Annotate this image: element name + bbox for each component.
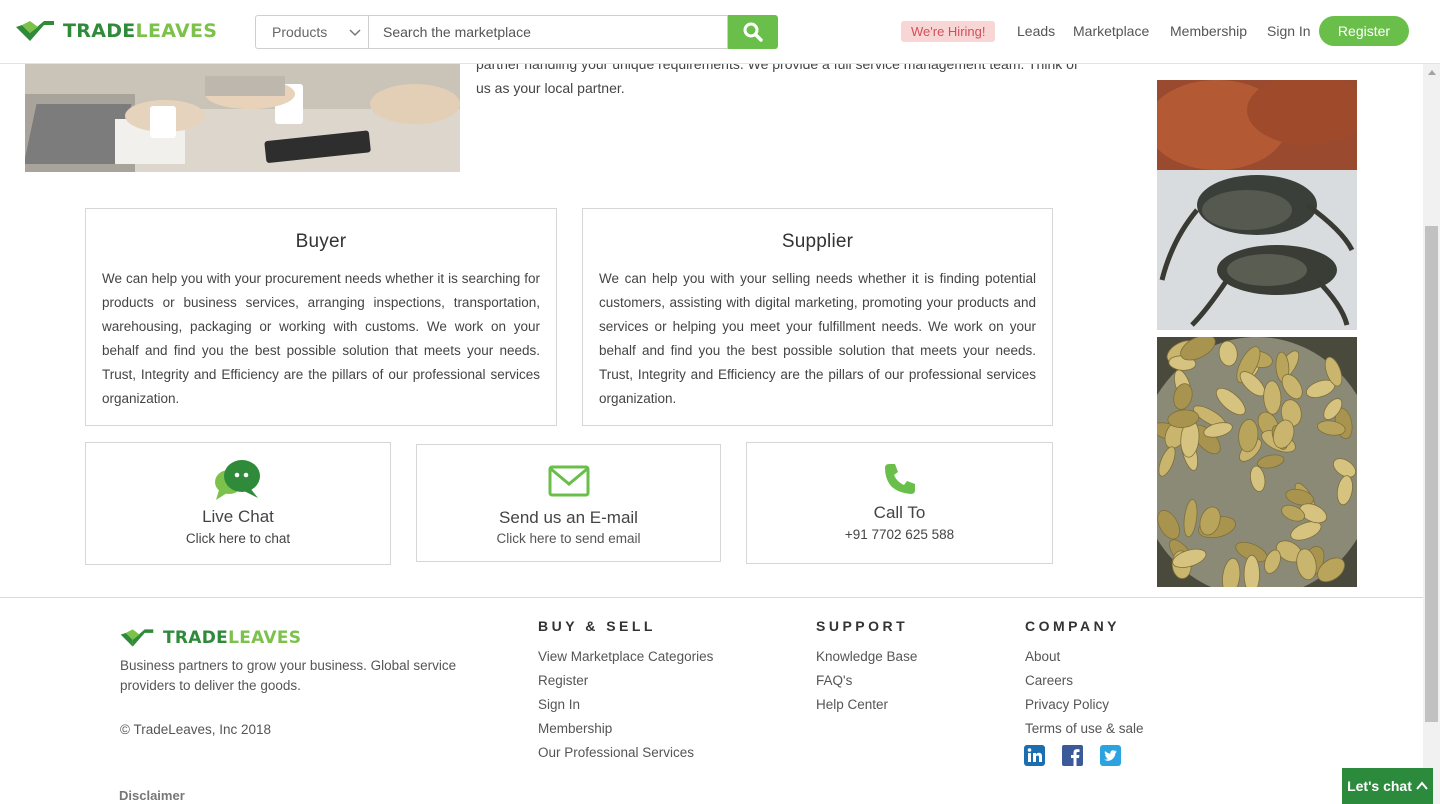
call-phone-number[interactable]: +91 7702 625 588 [747, 527, 1052, 542]
office-meeting-photo [25, 64, 460, 172]
email-title: Send us an E-mail [499, 508, 638, 527]
lets-chat-label: Let's chat [1347, 778, 1412, 794]
footer-link[interactable]: Sign In [538, 693, 713, 717]
nav-leads[interactable]: Leads [1017, 23, 1055, 39]
footer-link[interactable]: Careers [1025, 669, 1144, 693]
twitter-icon[interactable] [1100, 745, 1121, 766]
supplier-card: Supplier We can help you with your selli… [582, 208, 1053, 426]
crab-photo [1157, 80, 1357, 330]
logo-leaf-icon [120, 629, 154, 647]
footer-link[interactable]: Our Professional Services [538, 741, 713, 765]
chevron-up-icon [1416, 781, 1428, 790]
buyer-card-body: We can help you with your procurement ne… [102, 271, 540, 406]
footer-copyright: © TradeLeaves, Inc 2018 [120, 722, 272, 737]
email-subtitle[interactable]: Click here to send email [417, 531, 720, 546]
footer-tagline: Business partners to grow your business.… [120, 658, 457, 693]
search-input[interactable] [368, 15, 728, 49]
nav-membership[interactable]: Membership [1170, 23, 1247, 39]
cashew-shape [1243, 554, 1260, 587]
footer-logo-trade: TRADE [163, 628, 229, 648]
footer-logo[interactable]: TRADELEAVES [120, 624, 301, 652]
email-card[interactable]: Send us an E-mail Click here to send ema… [416, 444, 721, 562]
buyer-card: Buyer We can help you with your procurem… [85, 208, 557, 426]
footer-link[interactable]: FAQ's [816, 669, 917, 693]
chat-bubbles-icon [215, 460, 260, 500]
footer-links-company: About Careers Privacy Policy Terms of us… [1025, 645, 1144, 741]
search-button[interactable] [728, 15, 778, 49]
social-links [1024, 745, 1121, 766]
footer-link[interactable]: Help Center [816, 693, 917, 717]
buyer-card-title: Buyer [295, 231, 347, 252]
footer-link[interactable]: Knowledge Base [816, 645, 917, 669]
live-chat-title: Live Chat [202, 507, 274, 526]
footer-logo-text: TRADELEAVES [163, 624, 301, 652]
intro-text-line-2: us as your local partner. [476, 80, 625, 96]
category-select-value: Products [272, 24, 328, 40]
footer-links-support: Knowledge Base FAQ's Help Center [816, 645, 917, 717]
site-header: TRADELEAVES Products We're Hiring! Leads… [0, 0, 1440, 64]
supplier-card-title: Supplier [781, 231, 854, 252]
nav-sign-in[interactable]: Sign In [1267, 23, 1311, 39]
search-icon [743, 22, 763, 42]
footer-link[interactable]: Membership [538, 717, 713, 741]
footer-link[interactable]: Privacy Policy [1025, 693, 1144, 717]
site-logo[interactable]: TRADELEAVES [16, 17, 217, 45]
lets-chat-widget[interactable]: Let's chat [1342, 768, 1433, 804]
scrollbar-thumb[interactable] [1425, 226, 1438, 722]
search-bar: Products [255, 15, 778, 49]
footer-link[interactable]: View Marketplace Categories [538, 645, 713, 669]
footer-logo-leaves: LEAVES [228, 628, 302, 648]
call-title: Call To [873, 503, 926, 522]
footer-heading-company: COMPANY [1025, 618, 1121, 634]
nav-marketplace[interactable]: Marketplace [1073, 23, 1149, 39]
logo-text-leaves: LEAVES [135, 20, 218, 42]
supplier-card-body: We can help you with your selling needs … [599, 271, 1036, 406]
linkedin-icon[interactable] [1024, 745, 1045, 766]
footer-divider [0, 597, 1423, 598]
footer-heading-buy-sell: BUY & SELL [538, 618, 656, 634]
live-chat-subtitle[interactable]: Click here to chat [86, 531, 390, 546]
footer-disclaimer[interactable]: Disclaimer [119, 788, 185, 803]
facebook-icon[interactable] [1062, 745, 1083, 766]
hiring-badge[interactable]: We're Hiring! [901, 21, 996, 42]
logo-leaf-icon [16, 21, 54, 41]
chevron-down-icon [349, 29, 361, 37]
logo-text-trade: TRADE [63, 20, 136, 42]
footer-links-buy-sell: View Marketplace Categories Register Sig… [538, 645, 713, 765]
footer-link[interactable]: Terms of use & sale [1025, 717, 1144, 741]
category-select[interactable]: Products [255, 15, 368, 49]
footer-link[interactable]: Register [538, 669, 713, 693]
register-button[interactable]: Register [1319, 16, 1409, 46]
logo-text: TRADELEAVES [63, 17, 217, 45]
footer-heading-support: SUPPORT [816, 618, 909, 634]
footer-link[interactable]: About [1025, 645, 1144, 669]
envelope-icon [548, 465, 589, 497]
scroll-up-arrow-icon[interactable] [1428, 69, 1436, 75]
live-chat-card[interactable]: Live Chat Click here to chat [85, 442, 391, 565]
call-card[interactable]: Call To +91 7702 625 588 [746, 442, 1053, 564]
cashew-photo [1157, 337, 1357, 587]
phone-icon [884, 464, 915, 494]
